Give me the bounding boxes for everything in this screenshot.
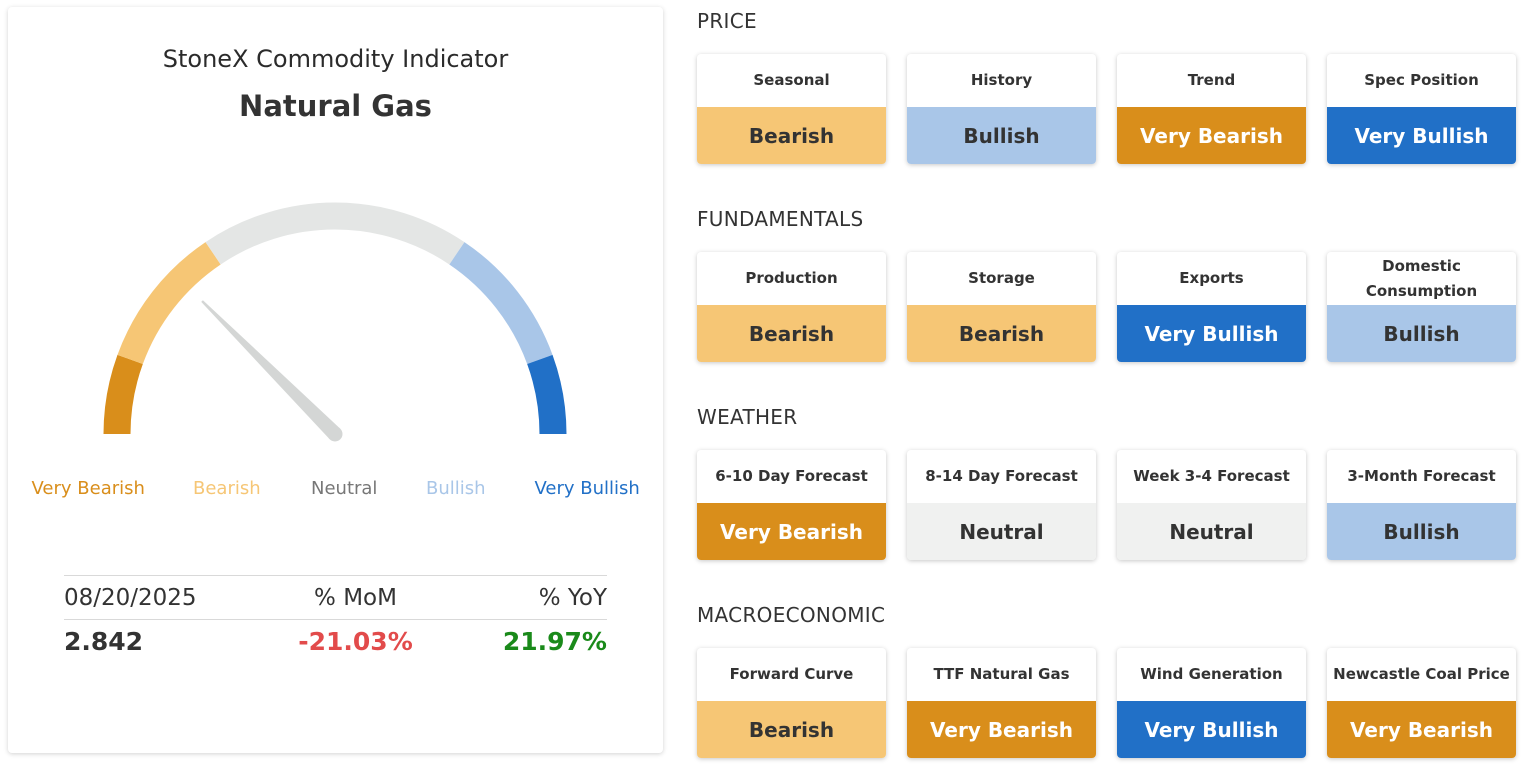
indicator-tile-exports[interactable]: Exports Very Bullish (1117, 252, 1306, 362)
gauge-segment-bearish (117, 242, 221, 365)
gauge-legend-neutral: Neutral (311, 478, 378, 499)
indicator-tile-8-14-day-forecast[interactable]: 8-14 Day Forecast Neutral (907, 450, 1096, 560)
stats-value-row: 2.842 -21.03% 21.97% (64, 620, 607, 663)
indicator-tile-domestic-consumption[interactable]: Domestic Consumption Bullish (1327, 252, 1516, 362)
indicator-tile-3-month-forecast[interactable]: 3-Month Forecast Bullish (1327, 450, 1516, 560)
indicator-tile-history[interactable]: History Bullish (907, 54, 1096, 164)
stats-header-row: 08/20/2025 % MoM % YoY (64, 576, 607, 620)
tile-label: 8-14 Day Forecast (925, 467, 1078, 485)
tile-label: Production (745, 269, 838, 287)
indicator-tile-forward-curve[interactable]: Forward Curve Bearish (697, 648, 886, 758)
tile-status: Very Bullish (1327, 107, 1516, 164)
sentiment-gauge (103, 202, 567, 442)
stats-mom-value: -21.03% (298, 627, 413, 656)
gauge-segment-bullish (449, 242, 553, 365)
indicator-tile-wind-generation[interactable]: Wind Generation Very Bullish (1117, 648, 1306, 758)
tile-status: Bullish (1327, 305, 1516, 362)
tile-label: History (970, 71, 1033, 89)
tile-label: TTF Natural Gas (933, 665, 1070, 683)
indicator-tile-spec-position[interactable]: Spec Position Very Bullish (1327, 54, 1516, 164)
gauge-segment-neutral (205, 202, 465, 265)
stats-price: 2.842 (64, 627, 144, 656)
stats-yoy-value: 21.97% (502, 627, 607, 656)
tile-status: Very Bullish (1117, 305, 1306, 362)
section-title-price: PRICE (697, 9, 757, 33)
indicator-tile-production[interactable]: Production Bearish (697, 252, 886, 362)
tile-label: Forward Curve (729, 665, 854, 683)
stats-mom-label: % MoM (314, 584, 397, 611)
tile-status: Bearish (697, 701, 886, 758)
tile-status: Very Bearish (1117, 107, 1306, 164)
indicator-tile-ttf-natural-gas[interactable]: TTF Natural Gas Very Bearish (907, 648, 1096, 758)
tile-status: Bullish (907, 107, 1096, 164)
tile-status: Neutral (907, 503, 1096, 560)
indicator-tile-week-3-4-forecast[interactable]: Week 3-4 Forecast Neutral (1117, 450, 1306, 560)
indicator-tile-trend[interactable]: Trend Very Bearish (1117, 54, 1306, 164)
gauge-legend-very-bearish: Very Bearish (31, 478, 145, 499)
tile-status: Bullish (1327, 503, 1516, 560)
gauge-segment-very-bullish (527, 354, 567, 435)
tile-label: Week 3-4 Forecast (1133, 467, 1290, 485)
tile-status: Very Bearish (1327, 701, 1516, 758)
tile-label: 3-Month Forecast (1347, 467, 1496, 485)
indicator-tile-6-10-day-forecast[interactable]: 6-10 Day Forecast Very Bearish (697, 450, 886, 560)
indicator-tile-seasonal[interactable]: Seasonal Bearish (697, 54, 886, 164)
indicator-tile-newcastle-coal-price[interactable]: Newcastle Coal Price Very Bearish (1327, 648, 1516, 758)
tile-label: Seasonal (753, 71, 830, 89)
gauge-needle (201, 300, 341, 440)
indicator-tile-storage[interactable]: Storage Bearish (907, 252, 1096, 362)
tile-label: Domestic Consumption (1365, 256, 1478, 300)
gauge-segment-very-bearish (103, 354, 143, 435)
section-title-weather: WEATHER (697, 405, 798, 429)
tile-label: Trend (1187, 71, 1236, 89)
tile-label: Exports (1179, 269, 1244, 287)
tile-label: Spec Position (1364, 71, 1479, 89)
gauge-legend-very-bullish: Very Bullish (534, 478, 640, 499)
stats-yoy-label: % YoY (538, 584, 607, 611)
tile-label: 6-10 Day Forecast (715, 467, 868, 485)
tile-label: Newcastle Coal Price (1333, 665, 1510, 683)
section-title-fundamentals: FUNDAMENTALS (697, 207, 864, 231)
tile-status: Very Bearish (697, 503, 886, 560)
tile-status: Bearish (697, 107, 886, 164)
gauge-legend-bearish: Bearish (193, 478, 261, 499)
tile-label: Wind Generation (1140, 665, 1283, 683)
tile-status: Bearish (907, 305, 1096, 362)
price-stats: 08/20/2025 % MoM % YoY 2.842 -21.03% 21.… (64, 575, 607, 663)
tile-status: Very Bullish (1117, 701, 1306, 758)
tile-status: Neutral (1117, 503, 1306, 560)
stats-date: 08/20/2025 (64, 584, 197, 611)
section-title-macroeconomic: MACROECONOMIC (697, 603, 886, 627)
gauge-legend-bullish: Bullish (426, 478, 486, 499)
tile-status: Bearish (697, 305, 886, 362)
gauge-needle-hub (327, 426, 343, 442)
tile-status: Very Bearish (907, 701, 1096, 758)
indicator-card: StoneX Commodity Indicator Natural Gas V… (8, 7, 663, 753)
tile-label: Storage (968, 269, 1035, 287)
